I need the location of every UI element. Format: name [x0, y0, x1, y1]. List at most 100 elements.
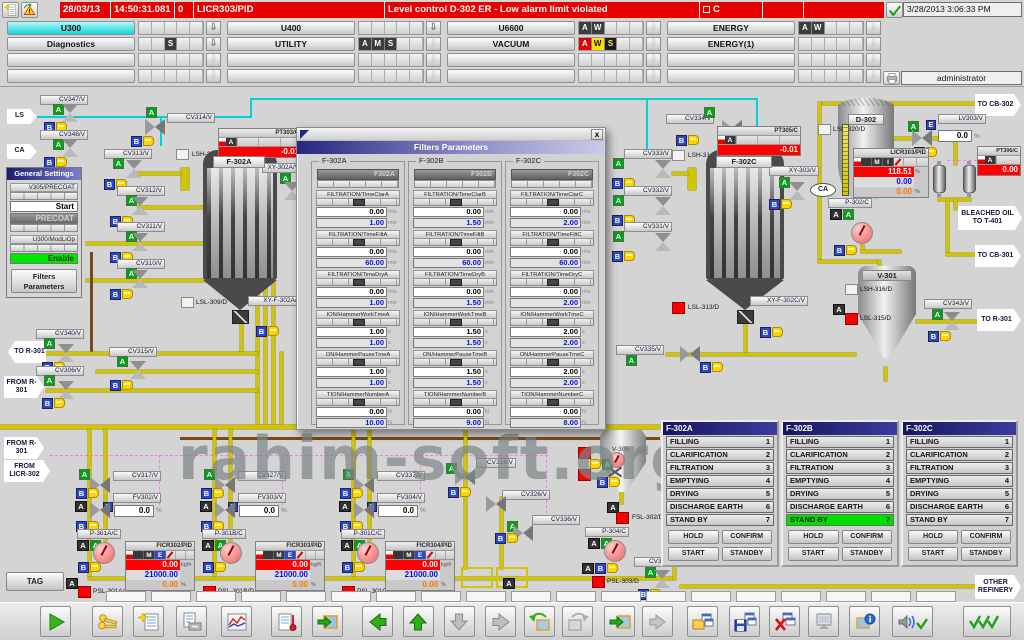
manual-hand-icon[interactable] [607, 563, 618, 573]
actual-value[interactable]: 2.00 [510, 367, 581, 377]
navigate-right-icon[interactable] [485, 606, 516, 637]
u6600-drop-arrow[interactable]: ⇩ [646, 21, 661, 35]
setpoint-value[interactable]: 60.00 [413, 258, 484, 268]
activate-runtime-icon[interactable] [40, 606, 71, 637]
utility-drop-arrow[interactable]: ⇩ [426, 37, 441, 51]
manual-hand-icon[interactable] [940, 331, 951, 341]
manual-hand-icon[interactable] [354, 562, 365, 572]
permission-indicator[interactable]: B [676, 135, 687, 146]
valve-cv331[interactable] [655, 233, 671, 251]
picture-forward-icon[interactable] [562, 606, 593, 637]
param-cells[interactable] [316, 399, 400, 406]
save-windows-icon[interactable] [729, 606, 760, 637]
nav-u6600[interactable]: U6600 [447, 21, 575, 35]
manual-hand-icon[interactable] [712, 362, 723, 372]
mode-indicator[interactable]: A [200, 501, 212, 512]
valve-position-field[interactable]: 0.0 [378, 505, 418, 517]
actual-value[interactable]: 1.00 [316, 327, 387, 337]
manual-button[interactable]: M [404, 551, 415, 559]
actual-value[interactable]: 1.50 [413, 367, 484, 377]
navigate-down-icon[interactable] [444, 606, 475, 637]
permission-indicator[interactable]: B [612, 251, 623, 262]
faceplate-pt306[interactable]: PT306/C A 0.00 [977, 146, 1021, 176]
picture-jump-icon[interactable] [604, 606, 635, 637]
standby-button[interactable]: STANDBY [842, 547, 893, 561]
valve-cv315[interactable] [130, 361, 146, 379]
valve-cv311[interactable] [132, 233, 148, 251]
login-key-icon[interactable] [92, 606, 123, 637]
permission-indicator[interactable]: B [131, 136, 142, 147]
param-cells[interactable] [413, 239, 497, 246]
auto-indicator[interactable]: A [704, 107, 715, 118]
permission-indicator[interactable]: B [78, 562, 89, 573]
wrench-icon[interactable] [296, 551, 305, 559]
permission-indicator[interactable]: B [612, 215, 623, 226]
param-cells[interactable] [413, 399, 497, 406]
param-cells[interactable] [510, 239, 594, 246]
u400-drop-arrow[interactable]: ⇩ [426, 21, 441, 35]
start-button[interactable]: START [668, 547, 719, 561]
permission-indicator[interactable]: B [256, 326, 267, 337]
acknowledge-icon[interactable] [886, 2, 903, 18]
wrench-icon[interactable] [894, 158, 903, 166]
discharge-valve-f302c[interactable] [737, 310, 754, 324]
nav-energy1[interactable]: ENERGY(1) [667, 37, 795, 51]
setpoint-value[interactable]: 1.50 [413, 378, 484, 388]
mode-indicator[interactable]: A [202, 540, 214, 551]
dialog-chrome[interactable]: x [297, 128, 605, 141]
interlock-button[interactable]: I [883, 158, 894, 166]
manual-hand-icon[interactable] [88, 488, 99, 498]
mode-button[interactable] [133, 551, 144, 559]
actual-value[interactable]: 1.50 [413, 327, 484, 337]
permission-indicator[interactable]: B [595, 563, 606, 574]
faceplate-ficr303[interactable]: FICR303/PID ME 0.00kg/h 21000.00 0.00% [255, 541, 325, 591]
permission-indicator[interactable]: B [42, 398, 53, 409]
valve-cv310[interactable] [132, 270, 148, 288]
pump-p301c[interactable] [357, 542, 379, 564]
faceplate-pt303[interactable]: PT303/C A -0.01 [218, 128, 302, 158]
auto-indicator[interactable]: A [613, 231, 624, 242]
valve-cv332[interactable] [655, 197, 671, 215]
param-cells[interactable] [316, 279, 400, 286]
wrench-icon[interactable] [426, 551, 435, 559]
actual-value[interactable]: 1.00 [316, 367, 387, 377]
manual-hand-icon[interactable] [54, 398, 65, 408]
mode-button[interactable] [861, 158, 872, 166]
manual-hand-icon[interactable] [56, 157, 67, 167]
valve-cv349[interactable] [654, 570, 670, 588]
report-icon[interactable] [176, 606, 207, 637]
open-windows-icon[interactable] [687, 606, 718, 637]
auto-indicator[interactable]: A [843, 209, 854, 220]
permission-indicator[interactable]: B [700, 362, 711, 373]
external-button[interactable]: E [155, 551, 166, 559]
actual-value[interactable]: 0.00 [510, 207, 581, 217]
setpoint-value[interactable]: 60.00 [316, 258, 387, 268]
picture-info-icon[interactable] [849, 606, 880, 637]
manual-hand-icon[interactable] [507, 533, 518, 543]
sp-value[interactable]: 21000.00 [126, 570, 180, 580]
faceplate-ficr302[interactable]: FICR302/PID ME 0.00kg/h 21000.00 0.00% [125, 541, 195, 591]
auto-indicator[interactable]: A [44, 338, 55, 349]
wrench-icon[interactable] [166, 551, 175, 559]
nav-utility[interactable]: UTILITY [227, 37, 355, 51]
picture-change-icon[interactable] [312, 606, 343, 637]
auto-indicator[interactable]: A [613, 195, 624, 206]
param-cells[interactable] [413, 319, 497, 326]
mode-button[interactable] [393, 551, 404, 559]
valve-position-field[interactable]: 0.0 [239, 505, 279, 517]
param-cells[interactable] [413, 199, 497, 206]
auto-indicator[interactable]: A [146, 107, 157, 118]
faceplate-licr303[interactable]: LICR303/PID MI 118.51% 0.00 0.00% [853, 148, 929, 198]
picture-next-icon[interactable] [642, 606, 673, 637]
setpoint-value[interactable]: 9.00 [413, 418, 484, 428]
setpoint-value[interactable]: 2.00 [510, 298, 581, 308]
actual-value[interactable]: 0.00 [510, 287, 581, 297]
mode-indicator[interactable]: A [582, 563, 594, 574]
confirm-button[interactable]: CONFIRM [722, 530, 773, 544]
hold-button[interactable]: HOLD [908, 530, 958, 544]
setpoint-value[interactable]: 10.00 [316, 418, 387, 428]
permission-indicator[interactable]: B [110, 289, 121, 300]
nav-u300[interactable]: U300 [7, 21, 135, 35]
mode-indicator[interactable]: A [830, 209, 842, 220]
param-cells[interactable] [316, 359, 400, 366]
